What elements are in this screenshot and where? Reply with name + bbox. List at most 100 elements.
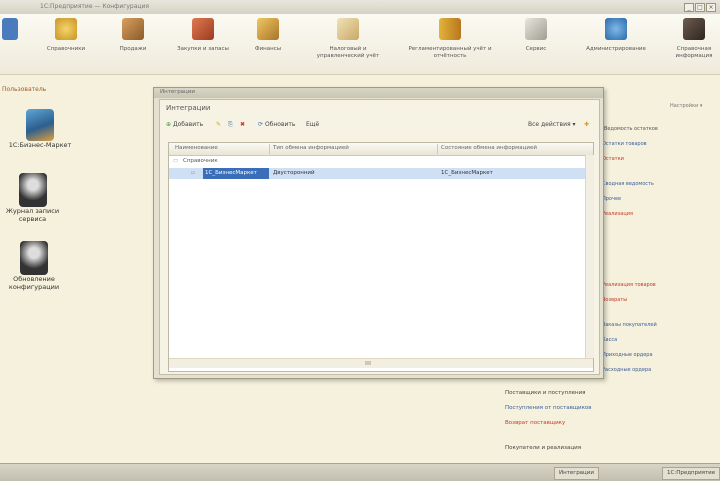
row-name: Справочник [183, 158, 218, 164]
column-header-name[interactable]: Наименование [175, 145, 218, 151]
bottom-link[interactable]: Поступления от поставщиков [505, 405, 592, 411]
toolbar-item-label: Справочная информация [675, 46, 713, 59]
left-item-label: Журнал записи сервиса [5, 207, 60, 223]
config-update-icon [20, 241, 48, 275]
right-group-title: Касса [602, 337, 618, 343]
toolbar-item-label: Налоговый и управленческий учёт [316, 46, 380, 59]
toolbar-item-label: Финансы [254, 46, 282, 52]
toolbar-item-purchases[interactable]: Закупки и запасы [175, 18, 231, 53]
column-separator [437, 144, 438, 154]
right-link[interactable]: Остатки товаров [602, 141, 647, 147]
window-title: 1С:Предприятие — Конфигурация [40, 3, 149, 10]
table-row-group[interactable]: ▭ Справочник [169, 156, 587, 167]
finance-icon [257, 18, 279, 40]
toolbar-item-regulated-reports[interactable]: Регламентированный учёт и отчётность [402, 18, 498, 60]
toolbar-item-tax-accounting[interactable]: Налоговый и управленческий учёт [308, 18, 388, 60]
folder-icon: ▭ [173, 158, 179, 164]
left-item-business-market[interactable]: 1С:Бизнес-Маркет [5, 109, 75, 149]
purchases-icon [192, 18, 214, 40]
right-link[interactable]: Расходные ордера [602, 367, 651, 373]
dialog-title-bar[interactable]: Интеграции [154, 88, 603, 98]
toolbar-item-desktop[interactable] [0, 18, 20, 46]
right-group-title: Ведомость остатков [604, 126, 658, 132]
regulated-reports-icon [439, 18, 461, 40]
row-type: Двусторонний [273, 170, 315, 176]
dialog-toolbar: ⊕ Добавить ✎ ⎘ ✖ ⟳ Обновить Ещё Все дейс… [166, 120, 591, 132]
row-state: 1С_БизнесМаркет [441, 170, 493, 176]
toolbar-item-label: Продажи [119, 46, 147, 52]
delete-button[interactable]: ✖ [240, 120, 245, 130]
right-link[interactable]: Остатки [602, 156, 624, 162]
copy-button[interactable]: ⎘ [228, 120, 233, 130]
integrations-table: Наименование Тип обмена информацией Сост… [168, 142, 594, 372]
desktop-icon [2, 18, 18, 40]
catalogs-icon [55, 18, 77, 40]
taskbar-item[interactable]: Интеграции [554, 467, 599, 480]
window-title-bar: 1С:Предприятие — Конфигурация _ □ × [0, 0, 720, 15]
bottom-group-title: Поставщики и поступления [505, 390, 586, 396]
row-name: 1С_БизнесМаркет [203, 168, 269, 179]
taskbar: Интеграции 1С:Предприятие [0, 463, 720, 481]
sales-icon [122, 18, 144, 40]
edit-button[interactable]: ✎ [216, 120, 221, 130]
toolbar-item-catalogs[interactable]: Справочники [38, 18, 94, 53]
toolbar-item-service[interactable]: Сервис [508, 18, 564, 53]
toolbar-item-administration[interactable]: Администрирование [575, 18, 657, 53]
left-item-config-update[interactable]: Обновление конфигурации [0, 241, 68, 291]
toolbar-item-label: Администрирование [586, 46, 646, 52]
left-panel-header: Пользователь [2, 86, 47, 93]
service-log-icon [18, 173, 47, 207]
help-icon[interactable]: ✚ [584, 120, 589, 130]
column-header-state[interactable]: Состояние обмена информацией [441, 145, 537, 151]
right-panel: Настройки ▾ Ведомость остатков Остатки т… [600, 75, 720, 463]
right-link[interactable]: Сводная ведомость [602, 181, 654, 187]
right-link[interactable]: Прочее [602, 196, 621, 202]
add-icon: ⊕ [166, 121, 172, 128]
refresh-icon: ⟳ [258, 121, 264, 128]
left-item-label: 1С:Бизнес-Маркет [8, 141, 72, 149]
right-link[interactable]: Возвраты [602, 297, 627, 303]
minimize-button[interactable]: _ [684, 3, 694, 12]
toolbar-item-label: Сервис [525, 46, 547, 52]
dialog-title: Интеграции [160, 89, 195, 95]
business-market-icon [26, 109, 54, 141]
refresh-button[interactable]: ⟳ Обновить [258, 120, 295, 130]
scroll-thumb[interactable] [365, 361, 371, 365]
vertical-scrollbar[interactable] [585, 155, 594, 358]
dialog-heading: Интеграции [166, 104, 211, 112]
horizontal-scrollbar[interactable] [169, 358, 593, 368]
more-button[interactable]: Ещё [306, 120, 319, 130]
all-actions-button[interactable]: Все действия ▾ [528, 120, 576, 130]
toolbar-item-finance[interactable]: Финансы [240, 18, 296, 53]
taskbar-item[interactable]: 1С:Предприятие [662, 467, 720, 480]
right-group-title: Реализация [602, 211, 633, 217]
service-icon [525, 18, 547, 40]
reference-icon [683, 18, 705, 40]
toolbar-item-reference[interactable]: Справочная информация [668, 18, 720, 60]
close-button[interactable]: × [706, 3, 716, 12]
maximize-button[interactable]: □ [695, 3, 705, 12]
column-header-type[interactable]: Тип обмена информацией [273, 145, 349, 151]
table-row[interactable]: ▫ 1С_БизнесМаркет Двусторонний 1С_Бизнес… [169, 168, 587, 179]
bottom-group-title: Покупатели и реализация [505, 445, 582, 451]
bottom-link[interactable]: Возврат поставщику [505, 420, 565, 426]
item-icon: ▫ [191, 170, 195, 176]
left-item-label: Обновление конфигурации [8, 275, 60, 291]
right-settings-link[interactable]: Настройки ▾ [670, 103, 702, 109]
right-link[interactable]: Заказы покупателей [602, 322, 657, 328]
add-button[interactable]: ⊕ Добавить [166, 120, 203, 130]
toolbar-item-sales[interactable]: Продажи [105, 18, 161, 53]
tax-accounting-icon [337, 18, 359, 40]
toolbar-item-label: Закупки и запасы [177, 46, 229, 52]
column-separator [269, 144, 270, 154]
table-header: Наименование Тип обмена информацией Сост… [169, 143, 593, 156]
dialog-body: Интеграции ⊕ Добавить ✎ ⎘ ✖ ⟳ Обновить Е… [159, 99, 600, 375]
integrations-dialog: Интеграции Интеграции ⊕ Добавить ✎ ⎘ ✖ ⟳… [153, 87, 604, 379]
left-item-service-log[interactable]: Журнал записи сервиса [0, 173, 65, 223]
right-link[interactable]: Реализация товаров [602, 282, 656, 288]
toolbar-item-label: Регламентированный учёт и отчётность [408, 46, 492, 59]
toolbar-item-label: Справочники [46, 46, 86, 52]
left-panel: Пользователь 1С:Бизнес-Маркет Журнал зап… [0, 75, 150, 463]
right-link[interactable]: Приходные ордера [602, 352, 653, 358]
section-toolbar: Справочники Продажи Закупки и запасы Фин… [0, 14, 720, 75]
